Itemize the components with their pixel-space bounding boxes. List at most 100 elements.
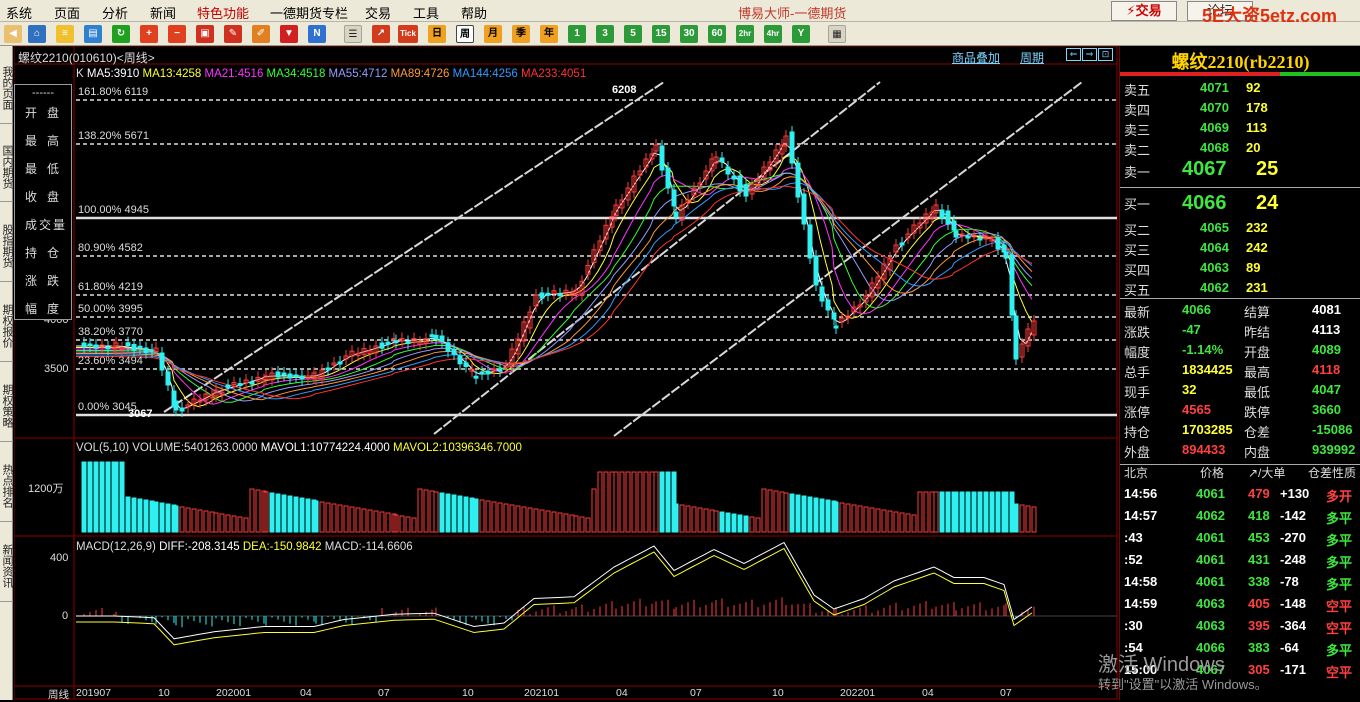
zoom-in-icon[interactable]: +	[140, 25, 158, 43]
bid-volume: 242	[1246, 240, 1268, 255]
calendar-icon[interactable]: ▦	[828, 25, 846, 43]
menu-help[interactable]: 帮助	[461, 3, 487, 22]
stat-label: 涨跌	[1124, 325, 1151, 340]
volume-bar	[249, 488, 255, 533]
period-5min-button[interactable]: 5	[624, 25, 642, 43]
volume-bar	[343, 505, 349, 533]
ask-volume: 20	[1246, 140, 1261, 155]
volume-bar	[491, 501, 497, 533]
prev-arrow-icon[interactable]: ⇐	[1066, 48, 1081, 61]
infobox-close: 收盘	[25, 190, 70, 204]
candle-body	[325, 367, 331, 371]
candle-body	[953, 230, 959, 238]
volume-bar	[649, 471, 655, 533]
period-3min-button[interactable]: 3	[596, 25, 614, 43]
bid-label: 买一	[1124, 197, 1151, 212]
expand-icon[interactable]: ⊡	[1098, 48, 1113, 61]
tick-price: 4061	[1196, 530, 1225, 545]
new-icon[interactable]: N	[308, 25, 326, 43]
volume-bar	[761, 488, 767, 533]
stat-label: 幅度	[1124, 345, 1151, 360]
tab-my-page[interactable]: 我的页面	[0, 52, 13, 124]
draw-icon[interactable]: ✐	[252, 25, 270, 43]
period-4hr-button[interactable]: 4hr	[764, 25, 782, 43]
trend-icon[interactable]: ↗	[372, 25, 390, 43]
volume-bar	[355, 507, 361, 533]
tab-hot-ranking[interactable]: 热点排名	[0, 450, 13, 522]
window-icon[interactable]: ▣	[196, 25, 214, 43]
fib-label: 61.80% 4219	[78, 281, 143, 293]
volume-bar	[149, 500, 155, 533]
bid-price: 4064	[1200, 240, 1229, 255]
menu-yide-column[interactable]: 一德期货专栏	[270, 3, 348, 22]
period-60min-button[interactable]: 60	[708, 25, 726, 43]
period-30min-button[interactable]: 30	[680, 25, 698, 43]
stat-value: 4118	[1312, 362, 1341, 377]
volume-bar	[225, 514, 231, 533]
volume-bar	[731, 513, 737, 533]
pen-icon[interactable]: ✎	[224, 25, 242, 43]
document-icon[interactable]: ≡	[56, 25, 74, 43]
bid-label: 买二	[1124, 223, 1151, 238]
period-15min-button[interactable]: 15	[652, 25, 670, 43]
volume-bar	[563, 513, 569, 533]
tick-oi-change: -171	[1280, 662, 1307, 677]
period-2hr-button[interactable]: 2hr	[736, 25, 754, 43]
ma-legend: K MA5:3910 MA13:4258 MA21:4516 MA34:4518…	[76, 68, 586, 80]
volume-bar	[367, 509, 373, 533]
stat-value: 3660	[1312, 402, 1341, 417]
filter-icon[interactable]: ▼	[280, 25, 298, 43]
tick-icon[interactable]: Tick	[398, 25, 418, 43]
candle-body	[393, 340, 399, 344]
period-year-button[interactable]: 年	[540, 25, 558, 43]
day-button[interactable]: 日	[428, 25, 446, 43]
menu-trade[interactable]: 交易	[365, 3, 391, 22]
date-tick-label: 202001	[216, 687, 252, 699]
period-week-button[interactable]: 周	[456, 25, 474, 43]
tab-index-futures[interactable]: 股指期货	[0, 210, 13, 282]
next-arrow-icon[interactable]: ⇒	[1082, 48, 1097, 61]
period-1min-button[interactable]: 1	[568, 25, 586, 43]
period-custom-button[interactable]: Y	[792, 25, 810, 43]
candle-body	[1001, 244, 1007, 253]
tab-option-quote[interactable]: 期权报价	[0, 290, 13, 362]
volume-bar	[579, 516, 585, 533]
ma-label: MA5:3910	[86, 68, 143, 80]
back-icon[interactable]: ◀	[4, 25, 22, 43]
volume-bar	[143, 499, 149, 533]
volume-bar	[743, 515, 749, 533]
candle-body	[833, 325, 839, 329]
menu-page[interactable]: 页面	[54, 3, 80, 22]
home-icon[interactable]: ⌂	[28, 25, 46, 43]
overlay-product-link[interactable]: 商品叠加	[952, 49, 1000, 66]
tab-option-strategy[interactable]: 期权策略	[0, 370, 13, 442]
menu-tools[interactable]: 工具	[413, 3, 439, 22]
zoom-out-icon[interactable]: −	[168, 25, 186, 43]
menu-analysis[interactable]: 分析	[102, 3, 128, 22]
period-link[interactable]: 周期	[1020, 49, 1044, 66]
candle-body	[159, 352, 165, 371]
candle-body	[819, 286, 825, 302]
list-icon[interactable]: ☰	[344, 25, 362, 43]
tick-oi-change: +130	[1280, 486, 1310, 501]
tab-domestic-futures[interactable]: 国内期货	[0, 132, 13, 202]
stat-value: 1834425	[1182, 362, 1233, 377]
volume-bar	[243, 517, 249, 533]
trade-button[interactable]: ⚡交易	[1111, 1, 1177, 21]
mavol2-value: MAVOL2:10396346.7000	[392, 442, 522, 454]
stat-label: 仓差	[1244, 425, 1271, 440]
menu-news[interactable]: 新闻	[150, 3, 176, 22]
refresh-icon[interactable]: ↻	[112, 25, 130, 43]
volume-bar	[451, 494, 457, 533]
chart-icon[interactable]: ▤	[84, 25, 102, 43]
period-quarter-button[interactable]: 季	[512, 25, 530, 43]
candle-body	[485, 370, 491, 375]
menu-system[interactable]: 系统	[6, 3, 32, 22]
candle-body	[237, 383, 243, 387]
period-month-button[interactable]: 月	[484, 25, 502, 43]
kline-chart-area[interactable]: 螺纹2210(010610)<周线> 商品叠加 周期 ⇐ ⇒ ⊡ K MA5:3…	[14, 46, 1118, 701]
stat-label: 现手	[1124, 385, 1151, 400]
candle-body	[743, 184, 749, 197]
menu-special[interactable]: 特色功能	[197, 3, 249, 22]
tab-news-info[interactable]: 新闻资讯	[0, 530, 13, 602]
